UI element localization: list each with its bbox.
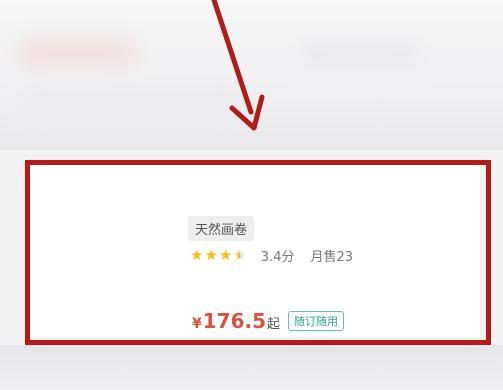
blurred-background-bottom: [0, 345, 503, 390]
annotation-highlight-box: [25, 160, 491, 345]
annotation-arrow: [211, 0, 265, 131]
